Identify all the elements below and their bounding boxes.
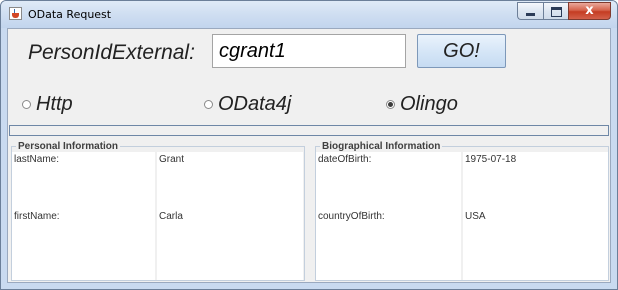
person-id-input[interactable] [212,34,406,68]
minimize-button[interactable] [517,2,543,20]
radio-http[interactable]: Http [22,93,73,116]
personal-information-title: Personal Information [18,141,119,152]
maximize-button[interactable] [543,2,568,20]
go-button[interactable]: GO! [417,34,506,68]
window-title: OData Request [28,8,112,21]
close-button[interactable]: x [568,2,611,20]
radio-odata4j-label: OData4j [218,93,292,115]
bio-value-dateofbirth: 1975-07-18 [463,152,608,209]
radio-odata4j[interactable]: OData4j [204,93,291,116]
personal-key-lastname: lastName: [12,152,155,209]
radio-http-label: Http [36,93,73,115]
minimize-icon [526,13,535,16]
status-strip [9,125,609,136]
bio-value-countryofbirth: USA [463,209,608,280]
title-bar[interactable]: OData Request x [1,1,617,28]
personal-value-firstname: Carla [157,209,303,280]
radio-button-icon[interactable] [22,100,31,109]
radio-button-checked-icon[interactable] [386,100,395,109]
bio-key-countryofbirth: countryOfBirth: [316,209,461,280]
radio-olingo[interactable]: Olingo [386,93,458,116]
close-icon: x [585,3,594,18]
app-window: OData Request x PersonIdExternal: GO! Ht… [0,0,618,290]
biographical-information-title: Biographical Information [322,141,441,152]
radio-button-icon[interactable] [204,100,213,109]
main-content: PersonIdExternal: GO! Http OData4j Oling… [7,28,611,283]
personal-value-lastname: Grant [157,152,303,209]
caption-buttons: x [517,2,611,21]
person-id-label: PersonIdExternal: [28,41,195,64]
personal-key-firstname: firstName: [12,209,155,280]
bio-key-dateofbirth: dateOfBirth: [316,152,461,209]
maximize-icon [551,7,562,17]
radio-olingo-label: Olingo [400,93,458,115]
java-cup-icon [9,7,22,20]
